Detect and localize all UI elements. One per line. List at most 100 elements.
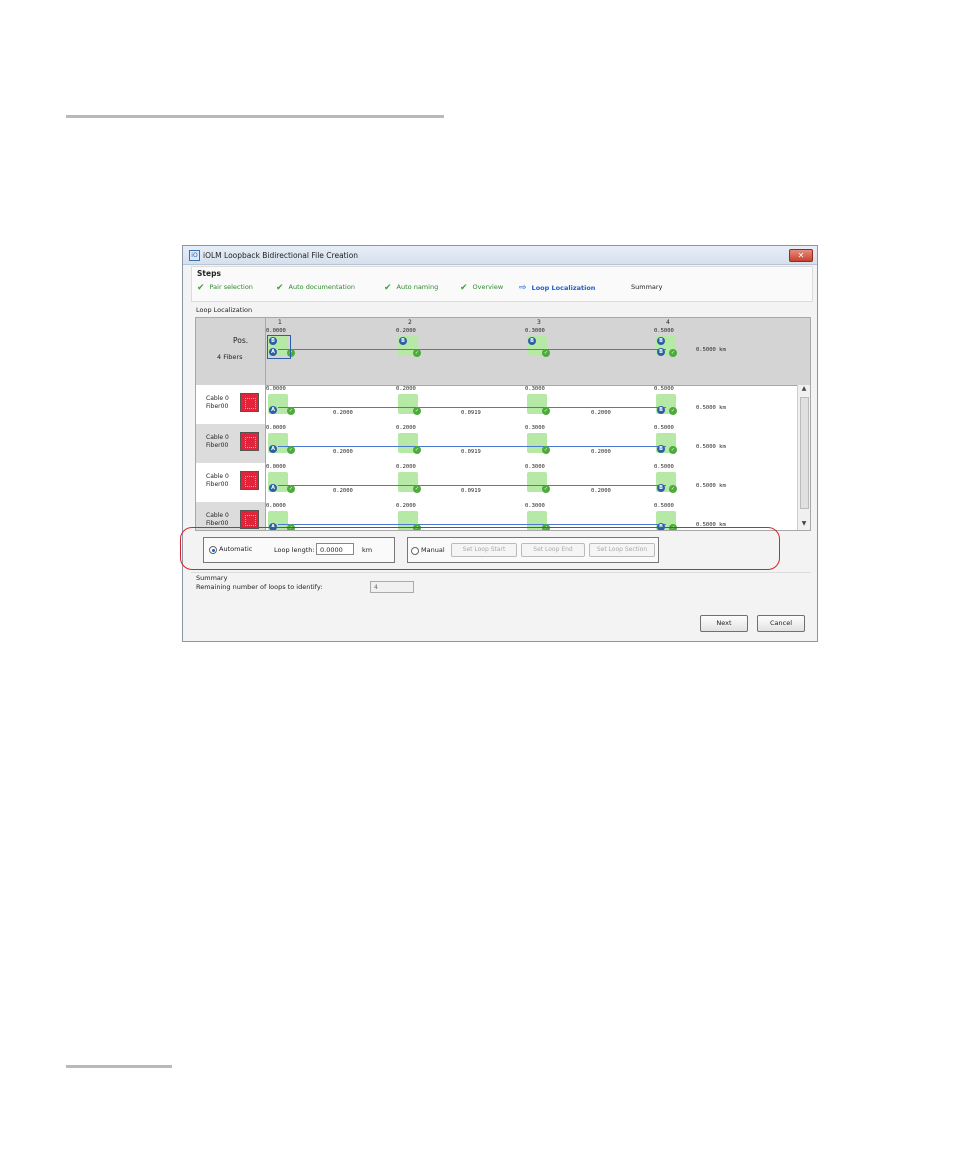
check-icon: ✔ xyxy=(460,283,468,293)
position-value: 0.5000 xyxy=(654,503,674,509)
cable-name: Cable 0 xyxy=(206,395,229,402)
total-length: 0.5000 km xyxy=(696,483,726,489)
ok-check-icon: ✓ xyxy=(669,349,677,357)
position-value: 0.2000 xyxy=(396,386,416,392)
bottom-divider xyxy=(66,1065,172,1068)
dialog-titlebar: iO iOLM Loopback Bidirectional File Crea… xyxy=(183,246,817,265)
pos-label: Pos. xyxy=(233,336,249,345)
position-value: 0.0000 xyxy=(266,464,286,470)
scroll-up-icon[interactable]: ▲ xyxy=(798,385,810,395)
step-overview: ✔ Overview xyxy=(460,283,503,293)
endpoint-b-icon: B xyxy=(657,337,665,345)
fiber-status-icon[interactable] xyxy=(240,393,259,412)
position-value: 0.3000 xyxy=(525,386,545,392)
fiber-row-label-cell: Cable 0 Fiber00 xyxy=(196,385,266,424)
fiber-link xyxy=(278,524,666,525)
check-icon: ✔ xyxy=(197,283,205,293)
summary-title: Summary xyxy=(196,574,228,582)
ok-check-icon: ✓ xyxy=(413,407,421,415)
step-label: Summary xyxy=(631,283,663,291)
fiber-link xyxy=(278,446,666,447)
span-length: 0.0919 xyxy=(461,488,481,494)
position-value: 0.0000 xyxy=(266,503,286,509)
step-label: Auto documentation xyxy=(288,283,355,291)
position-value: 0.3000 xyxy=(525,328,545,334)
span-length: 0.2000 xyxy=(591,410,611,416)
endpoint-a-icon: A xyxy=(269,445,277,453)
step-summary: Summary xyxy=(631,283,662,291)
span-length: 0.2000 xyxy=(333,449,353,455)
scroll-thumb[interactable] xyxy=(800,397,809,509)
endpoint-b-icon: B xyxy=(657,445,665,453)
position-value: 0.5000 xyxy=(654,425,674,431)
endpoint-b-icon: B xyxy=(269,337,277,345)
highlight-callout xyxy=(180,527,780,570)
fiber-row-label-cell: Cable 0 Fiber00 xyxy=(196,463,266,502)
loop-localization-label: Loop Localization xyxy=(196,306,253,314)
loopback-dialog: iO iOLM Loopback Bidirectional File Crea… xyxy=(182,245,818,642)
fiber-name: Cable 0 Fiber00 xyxy=(206,512,229,528)
check-icon: ✔ xyxy=(384,283,392,293)
fiber-row: Cable 0 Fiber00 0.0000 0.2000 0.3000 0.5000 A ✓… xyxy=(196,385,797,424)
scroll-down-icon[interactable]: ▼ xyxy=(798,520,810,530)
fiber-id: Fiber00 xyxy=(206,442,229,449)
header-label-cell: Pos. 4 Fibers xyxy=(196,318,266,385)
column-number: 4 xyxy=(666,319,670,326)
span-length: 0.0919 xyxy=(461,449,481,455)
dialog-title: iOLM Loopback Bidirectional File Creatio… xyxy=(203,251,359,260)
fiber-status-icon[interactable] xyxy=(240,471,259,490)
close-button[interactable]: ✕ xyxy=(789,249,813,262)
column-number: 1 xyxy=(278,319,282,326)
loop-grid: Pos. 4 Fibers 1 0.0000 2 0.2000 3 0.3000 4 0.50… xyxy=(195,317,811,531)
step-loop-localization: ⇨ Loop Localization xyxy=(519,283,595,293)
step-label: Auto naming xyxy=(396,283,439,291)
app-icon: iO xyxy=(189,250,200,261)
fiber-row-label-cell: Cable 0 Fiber00 xyxy=(196,424,266,463)
ok-check-icon: ✓ xyxy=(287,407,295,415)
position-value: 0.0000 xyxy=(266,386,286,392)
next-button[interactable]: Next xyxy=(700,615,748,632)
span-length: 0.2000 xyxy=(591,449,611,455)
column-number: 3 xyxy=(537,319,541,326)
ok-check-icon: ✓ xyxy=(669,407,677,415)
fiber-id: Fiber00 xyxy=(206,481,229,488)
endpoint-b-icon: B xyxy=(657,406,665,414)
cable-name: Cable 0 xyxy=(206,434,229,441)
position-value: 0.2000 xyxy=(396,464,416,470)
position-value: 0.2000 xyxy=(396,328,416,334)
top-divider xyxy=(66,115,444,118)
position-value: 0.0000 xyxy=(266,328,286,334)
ok-check-icon: ✓ xyxy=(669,446,677,454)
cable-name: Cable 0 xyxy=(206,473,229,480)
vertical-scrollbar[interactable]: ▲ ▼ xyxy=(797,385,810,530)
span-length: 0.2000 xyxy=(591,488,611,494)
step-label: Overview xyxy=(472,283,504,291)
ok-check-icon: ✓ xyxy=(669,485,677,493)
summary-panel: Summary Remaining number of loops to ide… xyxy=(191,572,811,603)
arrow-right-icon: ⇨ xyxy=(519,283,527,293)
cancel-button[interactable]: Cancel xyxy=(757,615,805,632)
steps-panel: Steps ✔ Pair selection ✔ Auto documentatio… xyxy=(191,266,813,302)
span-length: 0.2000 xyxy=(333,410,353,416)
cable-name: Cable 0 xyxy=(206,512,229,519)
total-length: 0.5000 km xyxy=(696,444,726,450)
total-length: 0.5000 km xyxy=(696,405,726,411)
fiber-name: Cable 0 Fiber00 xyxy=(206,395,229,411)
position-value: 0.3000 xyxy=(525,464,545,470)
fiber-link xyxy=(278,407,666,408)
endpoint-b-icon: B xyxy=(528,337,536,345)
fibers-label: 4 Fibers xyxy=(217,353,243,361)
step-auto-documentation: ✔ Auto documentation xyxy=(276,283,355,293)
position-value: 0.3000 xyxy=(525,425,545,431)
endpoint-b-icon: B xyxy=(657,348,665,356)
ok-check-icon: ✓ xyxy=(542,485,550,493)
endpoint-a-icon: A xyxy=(269,484,277,492)
fiber-id: Fiber00 xyxy=(206,403,229,410)
check-icon: ✔ xyxy=(276,283,284,293)
step-label: Pair selection xyxy=(209,283,253,291)
position-value: 0.5000 xyxy=(654,464,674,470)
position-value: 0.0000 xyxy=(266,425,286,431)
fiber-status-icon[interactable] xyxy=(240,432,259,451)
step-label: Loop Localization xyxy=(531,284,596,292)
ok-check-icon: ✓ xyxy=(542,446,550,454)
